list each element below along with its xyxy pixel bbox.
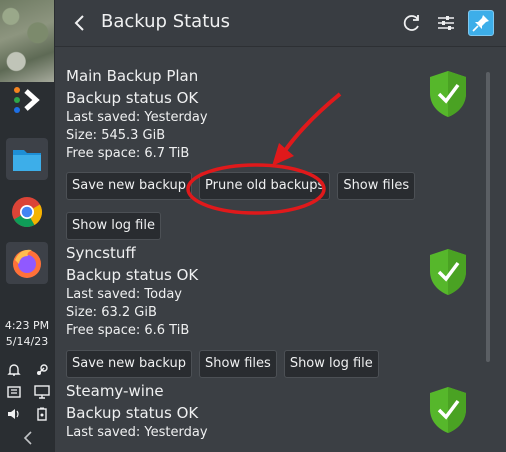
firefox-icon[interactable] [6,242,48,284]
volume-icon[interactable] [6,406,22,420]
clock-time[interactable]: 4:23 PM [0,319,54,332]
plan-status: Backup status OK [66,89,199,107]
back-icon[interactable] [71,13,89,33]
backup-size: Size: 63.2 GiB [66,305,157,320]
prune-old-backups-button[interactable]: Prune old backups [199,172,331,200]
shield-check-icon [428,247,468,297]
page-title: Backup Status [101,11,231,32]
plans-list: Main Backup Plan Backup status OK Last s… [55,47,506,452]
clipboard-icon[interactable] [6,384,22,398]
clock-date[interactable]: 5/14/23 [0,335,54,348]
plan-name: Main Backup Plan [66,67,199,85]
save-new-backup-button[interactable]: Save new backup [66,350,193,378]
popup-header: Backup Status [55,0,506,47]
battery-icon[interactable] [34,406,50,421]
plan-status: Backup status OK [66,266,199,284]
plan-status: Backup status OK [66,404,199,422]
plan-card: Syncstuff Backup status OK Last saved: T… [66,242,466,378]
plan-card: Main Backup Plan Backup status OK Last s… [66,65,466,240]
taskbar: 4:23 PM 5/14/23 [0,0,54,452]
desktop-wallpaper [0,0,54,82]
pin-icon[interactable] [468,10,494,36]
files-icon[interactable] [6,138,48,180]
settings-sliders-icon[interactable] [433,10,459,36]
plan-name: Steamy-wine [66,382,164,400]
show-log-file-button[interactable]: Show log file [66,212,161,240]
kickoff-icon[interactable] [6,79,48,121]
plan-name: Syncstuff [66,244,136,262]
backup-status-popup: Backup Status Main Backup Plan Backup st… [54,0,506,452]
free-space: Free space: 6.6 TiB [66,323,190,338]
save-new-backup-button[interactable]: Save new backup [66,172,193,200]
show-files-button[interactable]: Show files [199,350,277,378]
chrome-icon[interactable] [6,191,48,233]
last-saved: Last saved: Today [66,287,183,302]
last-saved: Last saved: Yesterday [66,110,208,125]
scrollbar[interactable] [486,72,490,362]
shield-check-icon [428,385,468,435]
free-space: Free space: 6.7 TiB [66,146,190,161]
show-files-button[interactable]: Show files [337,172,416,200]
bell-icon[interactable] [6,362,22,376]
backup-size: Size: 545.3 GiB [66,128,166,143]
refresh-icon[interactable] [399,10,425,36]
show-log-file-button[interactable]: Show log file [283,350,379,378]
steam-icon[interactable] [34,362,50,376]
last-saved: Last saved: Yesterday [66,425,208,440]
chevron-left-icon[interactable] [21,430,35,446]
plan-card: Steamy-wine Backup status OK Last saved:… [66,380,466,442]
shield-check-icon [428,69,468,119]
display-icon[interactable] [34,384,50,399]
